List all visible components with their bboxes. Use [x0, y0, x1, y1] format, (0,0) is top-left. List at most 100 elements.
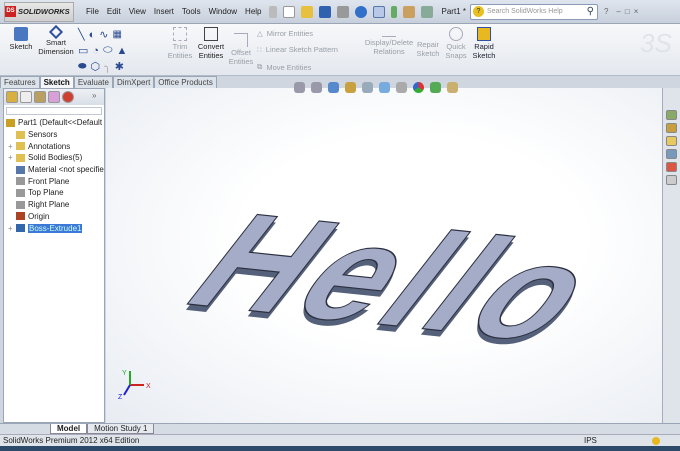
quick-snaps-button[interactable]: Quick Snaps — [444, 26, 468, 60]
undo-icon[interactable] — [354, 5, 367, 18]
annotations-folder-icon — [16, 142, 25, 151]
print-icon[interactable] — [336, 5, 349, 18]
menu-insert[interactable]: Insert — [150, 7, 178, 16]
menu-edit[interactable]: Edit — [103, 7, 125, 16]
new-icon[interactable] — [282, 5, 295, 18]
tab-scroll-controls[interactable] — [0, 424, 50, 434]
arc-icon[interactable]: ◔ — [92, 45, 99, 57]
tree-item[interactable]: Material <not specified> — [4, 164, 104, 176]
mirror-entities-button[interactable]: △ Mirror Entities — [257, 29, 313, 38]
tree-item[interactable]: Top Plane — [4, 187, 104, 199]
tab-office-products[interactable]: Office Products — [154, 76, 217, 88]
menu-view[interactable]: View — [125, 7, 150, 16]
rapid-sketch-button[interactable]: Rapid Sketch — [470, 26, 498, 60]
sensors-folder-icon — [16, 130, 25, 139]
tab-dimxpert[interactable]: DimXpert — [112, 76, 155, 88]
file-properties-icon[interactable] — [402, 5, 415, 18]
rebuild-icon[interactable] — [390, 5, 397, 18]
search-icon[interactable]: ⚲ — [587, 6, 594, 17]
convert-entities-button[interactable]: Convert Entities — [196, 26, 226, 60]
polygon-icon[interactable]: ⬡ — [91, 60, 101, 73]
tree-item[interactable]: Right Plane — [4, 199, 104, 211]
ellipse-icon[interactable]: ⬭ — [103, 44, 112, 57]
graphics-area[interactable]: Hello Hello X Y Z — [106, 82, 662, 423]
tree-item-label: Part1 (Default<<Default — [18, 118, 103, 128]
resources-icon[interactable] — [666, 110, 677, 120]
menu-file[interactable]: File — [82, 7, 103, 16]
sketch-button[interactable]: Sketch — [6, 26, 36, 51]
display-manager-tab-icon[interactable] — [62, 91, 74, 103]
text-icon[interactable]: ▲ — [116, 45, 127, 57]
tab-model[interactable]: Model — [50, 424, 88, 434]
plane-sketch-icon[interactable]: ▦ — [113, 29, 122, 40]
tab-sketch[interactable]: Sketch — [39, 76, 74, 88]
dimxpert-manager-tab-icon[interactable] — [48, 91, 60, 103]
slot-icon[interactable]: ⬬ — [78, 61, 87, 72]
panel-tabs: » — [4, 89, 104, 105]
menu-bar: DS SOLIDWORKS File Edit View Insert Tools… — [0, 0, 680, 24]
tree-item[interactable]: + Solid Bodies(5) — [4, 152, 104, 164]
save-icon[interactable] — [318, 5, 331, 18]
pin-icon[interactable] — [268, 5, 277, 18]
rebuild-status-icon[interactable] — [652, 437, 660, 445]
tree-item[interactable]: Sensors — [4, 129, 104, 141]
filter-input[interactable] — [6, 107, 102, 115]
fillet-icon[interactable]: ╮ — [104, 60, 111, 73]
configuration-manager-tab-icon[interactable] — [34, 91, 46, 103]
expand-icon[interactable]: + — [8, 224, 16, 233]
tree-item[interactable]: Part1 (Default<<Default — [4, 117, 104, 129]
custom-properties-icon[interactable] — [666, 175, 677, 185]
menu-help[interactable]: Help — [241, 7, 265, 16]
tree-item[interactable]: Origin — [4, 211, 104, 223]
offset-entities-button[interactable]: Offset Entities — [228, 32, 254, 66]
minimize-button[interactable]: – — [616, 7, 620, 16]
linear-sketch-pattern-button[interactable]: ∷ Linear Sketch Pattern — [257, 45, 338, 54]
tree-item[interactable]: Front Plane — [4, 175, 104, 187]
expand-icon[interactable]: + — [8, 142, 16, 151]
mirror-icon: △ — [257, 29, 263, 38]
repair-sketch-button[interactable]: Repair Sketch — [414, 30, 442, 58]
appearances-icon[interactable] — [666, 162, 677, 172]
select-icon[interactable] — [372, 5, 385, 18]
tree-item[interactable]: + Annotations — [4, 140, 104, 152]
ds-logo-icon: DS — [5, 6, 16, 17]
spline-icon[interactable]: ∿ — [99, 28, 108, 41]
tab-features[interactable]: Features — [0, 76, 40, 88]
file-explorer-icon[interactable] — [666, 136, 677, 146]
move-entities-button[interactable]: ⧉ Move Entities — [257, 62, 311, 72]
display-delete-relations-button[interactable]: Display/Delete Relations — [364, 28, 414, 56]
document-title: Part1 * — [441, 7, 466, 16]
units-indicator[interactable]: IPS — [584, 435, 597, 446]
label: Rapid Sketch — [472, 42, 496, 60]
tab-motion-study-1[interactable]: Motion Study 1 — [87, 424, 155, 434]
expand-icon[interactable]: + — [8, 153, 16, 162]
triad-icon: X Y Z — [118, 370, 151, 401]
trim-entities-button[interactable]: Trim Entities — [166, 26, 194, 60]
feature-manager-tab-icon[interactable] — [6, 91, 18, 103]
smart-dimension-button[interactable]: Smart Dimension — [36, 24, 76, 56]
windows-taskbar — [0, 446, 680, 451]
expand-icon[interactable]: » — [92, 91, 104, 103]
maximize-button[interactable]: □ — [625, 7, 630, 16]
options-icon[interactable] — [420, 5, 433, 18]
menu-tools[interactable]: Tools — [178, 7, 205, 16]
menu-window[interactable]: Window — [205, 7, 241, 16]
view-palette-icon[interactable] — [666, 149, 677, 159]
tree-item[interactable]: + Boss-Extrude1 — [4, 222, 104, 234]
close-button[interactable]: × — [634, 7, 639, 16]
line-icon[interactable]: ╲ — [78, 28, 85, 41]
property-manager-tab-icon[interactable] — [20, 91, 32, 103]
trim-icon — [173, 27, 187, 41]
search-help-input[interactable]: ? Search SolidWorks Help ⚲ — [469, 3, 598, 20]
circle-icon[interactable]: ◐ — [89, 29, 96, 41]
tab-evaluate[interactable]: Evaluate — [73, 76, 113, 88]
help-bulb-icon[interactable]: ? — [604, 7, 608, 16]
point-icon[interactable]: ✱ — [115, 60, 124, 73]
open-icon[interactable] — [300, 5, 313, 18]
design-library-icon[interactable] — [666, 123, 677, 133]
tree-item-label: Sensors — [28, 130, 58, 140]
status-bar: SolidWorks Premium 2012 x64 Edition IPS — [0, 434, 680, 446]
rectangle-icon[interactable]: ▭ — [78, 44, 88, 57]
tree-item-label: Solid Bodies(5) — [28, 153, 83, 163]
solidworks-logo[interactable]: DS SOLIDWORKS — [4, 1, 74, 22]
